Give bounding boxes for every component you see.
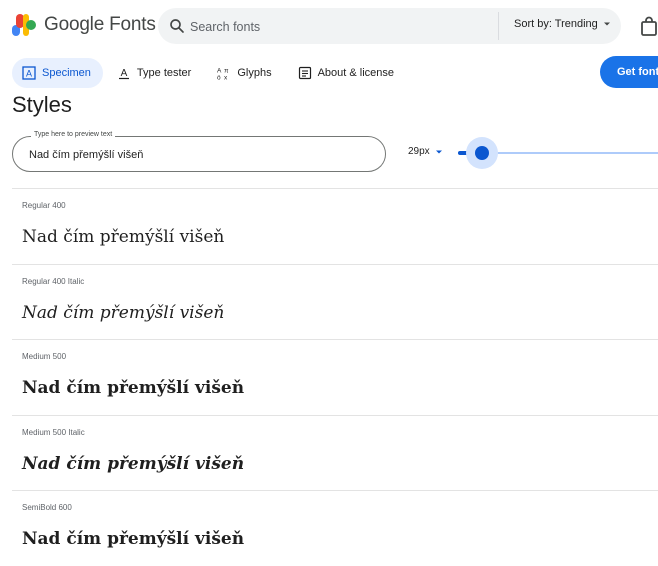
sort-dropdown[interactable]: Sort by: Trending	[514, 18, 612, 30]
about-icon	[298, 66, 311, 80]
style-name: Regular 400 Italic	[22, 276, 85, 286]
type-tester-icon: A	[118, 68, 129, 80]
svg-text:A: A	[121, 68, 128, 79]
style-name: Regular 400	[22, 201, 66, 210]
glyphs-icon: A π ö x	[217, 68, 229, 81]
svg-text:x: x	[224, 75, 228, 81]
style-row[interactable]: SemiBold 600 Nad čím přemýšlí višeň	[12, 490, 658, 566]
style-list: Regular 400 Nad čím přemýšlí višeň Regular…	[12, 188, 658, 566]
get-font-button[interactable]: Get font	[600, 56, 658, 88]
style-row[interactable]: Regular 400 Nad čím přemýšlí višeň	[12, 188, 658, 264]
section-title: Styles	[12, 92, 72, 117]
style-sample-text[interactable]: Nad čím přemýšlí višeň	[22, 529, 244, 549]
tab-about-license-label: About & license	[317, 67, 395, 79]
preview-text-label: Type here to preview text	[31, 131, 116, 138]
sort-label: Sort by: Trending	[514, 18, 598, 30]
preview-text-field[interactable]: Type here to preview text	[12, 131, 386, 172]
tab-specimen-label: Specimen	[42, 67, 91, 79]
brand-title[interactable]: Google Fonts	[44, 14, 156, 36]
svg-text:A: A	[26, 69, 32, 79]
slider-thumb[interactable]	[475, 146, 489, 160]
tab-type-tester[interactable]: A Type tester	[107, 58, 203, 88]
font-size-value: 29px	[408, 146, 430, 157]
preview-text-input[interactable]	[27, 145, 361, 165]
font-tabs: A Specimen A Type tester A π ö x Glyphs …	[12, 58, 410, 88]
tab-glyphs[interactable]: A π ö x Glyphs	[207, 58, 283, 88]
tab-glyphs-label: Glyphs	[237, 67, 272, 79]
style-sample-text[interactable]: Nad čím přemýšlí višeň	[22, 454, 244, 474]
search-input[interactable]	[188, 16, 492, 38]
style-sample-text[interactable]: Nad čím přemýšlí višeň	[22, 378, 244, 398]
svg-text:ö: ö	[217, 75, 221, 81]
svg-text:π: π	[224, 68, 229, 75]
style-sample-text[interactable]: Nad čím přemýšlí višeň	[22, 227, 224, 247]
search-divider	[498, 12, 499, 40]
shopping-bag-icon[interactable]	[640, 16, 658, 36]
style-name: Medium 500	[22, 352, 67, 361]
caret-down-icon	[435, 150, 442, 153]
tab-type-tester-label: Type tester	[136, 67, 192, 79]
search-icon[interactable]	[168, 17, 186, 35]
font-size-slider[interactable]	[450, 134, 658, 172]
google-fonts-logo-icon[interactable]	[12, 14, 36, 36]
style-row[interactable]: Medium 500 Nad čím přemýšlí višeň	[12, 339, 658, 415]
specimen-icon: A	[22, 66, 36, 80]
font-size-dropdown[interactable]: 29px	[408, 146, 444, 157]
search-bar: Sort by: Trending	[158, 8, 621, 44]
tab-about-license[interactable]: About & license	[288, 58, 406, 88]
caret-down-icon	[603, 22, 610, 26]
tab-specimen[interactable]: A Specimen	[12, 58, 103, 88]
style-sample-text[interactable]: Nad čím přemýšlí višeň	[22, 303, 224, 323]
style-name: SemiBold 600	[22, 503, 72, 512]
style-row[interactable]: Regular 400 Italic Nad čím přemýšlí višeň	[12, 263, 658, 340]
svg-text:A: A	[217, 68, 222, 75]
top-app-bar: Google Fonts Sort by: Trending	[0, 0, 658, 52]
style-row[interactable]: Medium 500 Italic Nad čím přemýšlí višeň	[12, 414, 658, 491]
style-name: Medium 500 Italic	[22, 427, 85, 437]
